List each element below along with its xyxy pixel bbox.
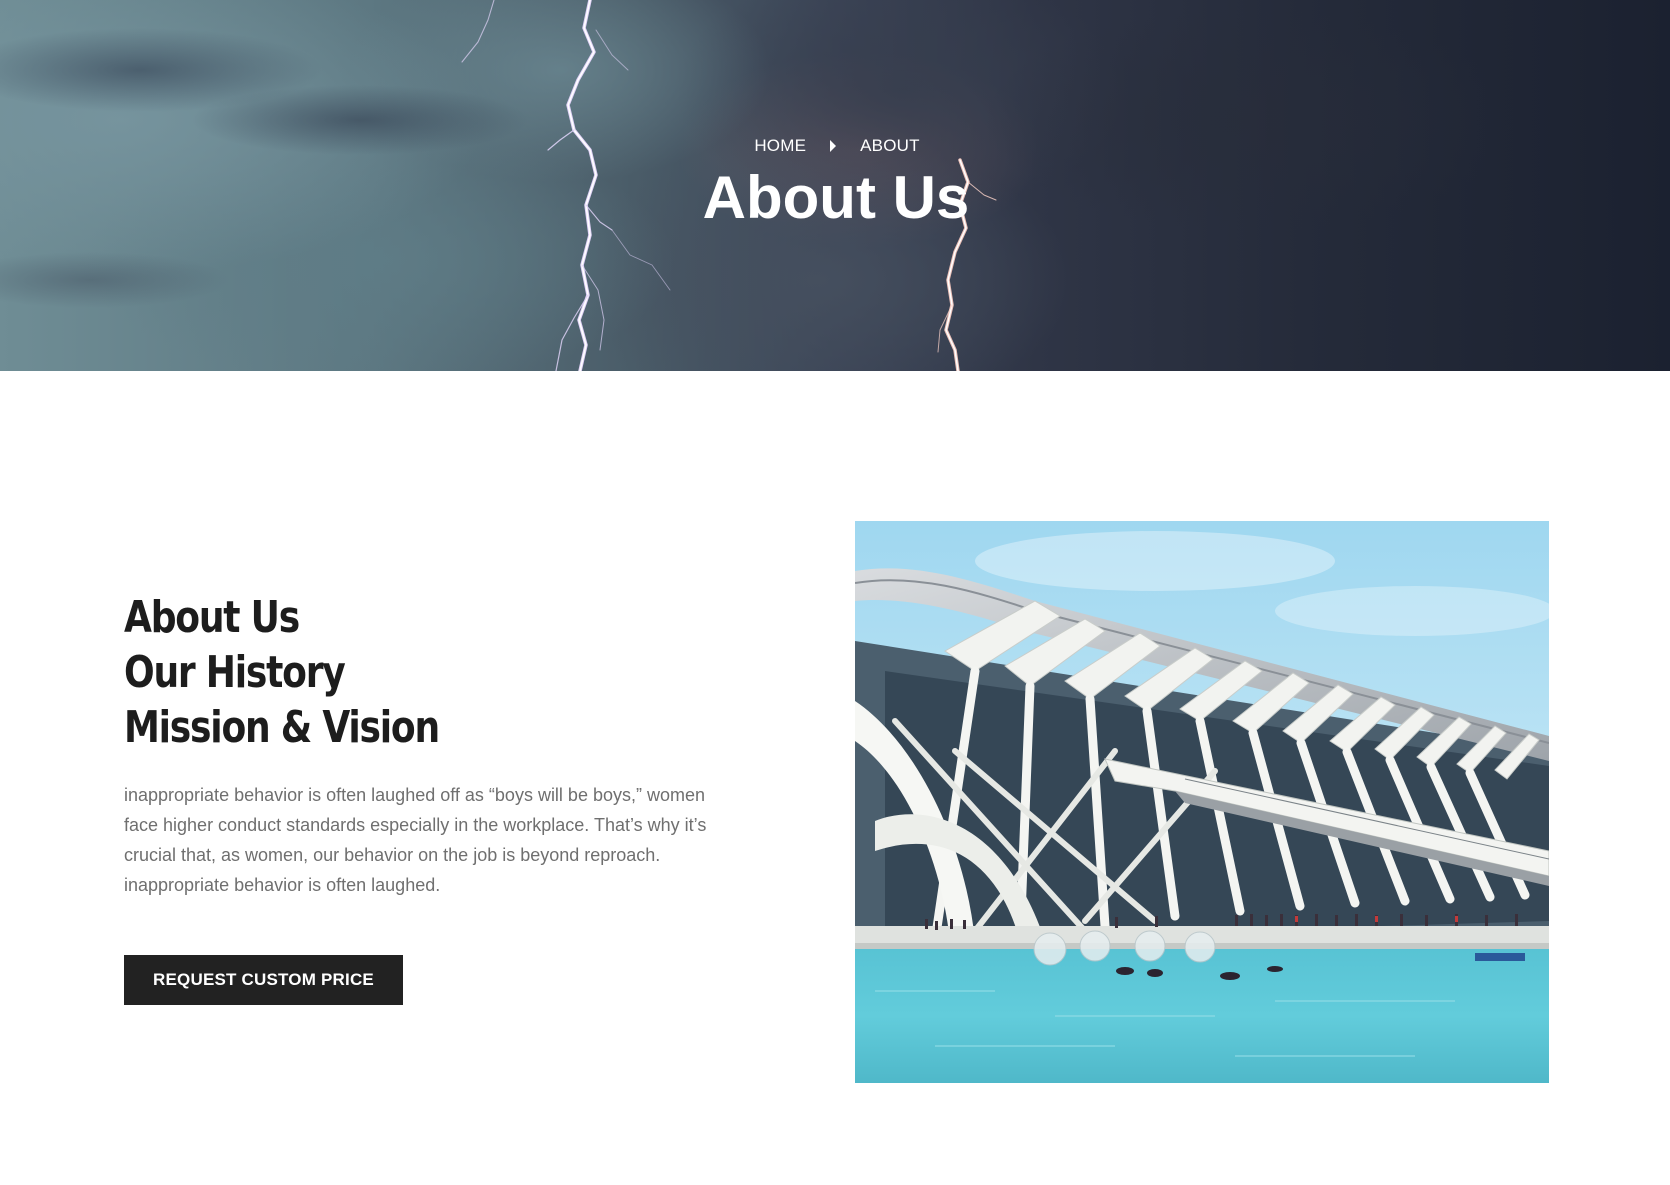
heading-line-history: Our History — [124, 647, 346, 698]
heading-line-about: About Us — [124, 592, 300, 643]
building-illustration — [855, 521, 1549, 1083]
about-description: inappropriate behavior is often laughed … — [124, 785, 707, 895]
architecture-photo — [855, 521, 1549, 1083]
about-heading: About Us Our History Mission & Vision — [124, 590, 440, 755]
page-hero: HOME ABOUT About Us — [0, 0, 1670, 371]
heading-line-mission: Mission & Vision — [124, 702, 440, 753]
breadcrumb-home-link[interactable]: HOME — [754, 136, 806, 156]
request-custom-price-button[interactable]: REQUEST CUSTOM PRICE — [124, 955, 403, 1005]
caret-right-icon — [830, 140, 837, 152]
page-title: About Us — [702, 164, 970, 231]
breadcrumb: HOME ABOUT — [0, 136, 1670, 156]
breadcrumb-current: ABOUT — [860, 136, 920, 155]
